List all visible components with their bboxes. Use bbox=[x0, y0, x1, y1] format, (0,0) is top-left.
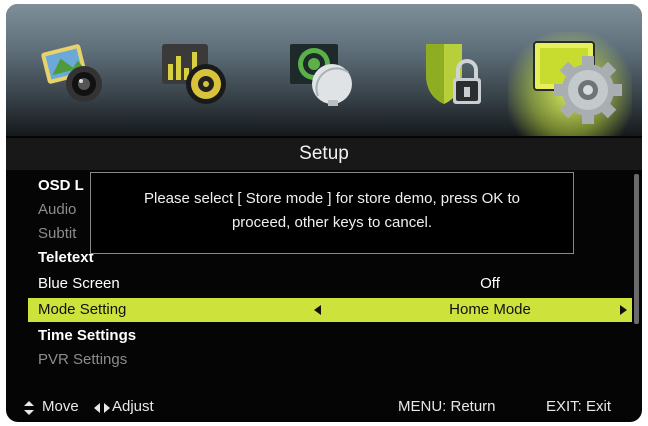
mode-setting-value: Home Mode bbox=[449, 301, 531, 318]
footer-menu-return: MENU: Return bbox=[398, 398, 496, 415]
footer-adjust-label: Adjust bbox=[112, 398, 154, 415]
menu-item-label: Time Settings bbox=[38, 327, 137, 344]
arrow-right-icon[interactable] bbox=[620, 305, 627, 315]
menu-item-label: PVR Settings bbox=[38, 351, 128, 368]
menu-item-label: OSD L bbox=[38, 177, 84, 194]
arrow-left-icon[interactable] bbox=[314, 305, 321, 315]
picture-icon[interactable] bbox=[40, 38, 110, 108]
page-title: Setup bbox=[6, 138, 642, 170]
sound-icon[interactable] bbox=[160, 38, 230, 108]
setup-gear-icon[interactable] bbox=[530, 30, 626, 126]
menu-item-label: Blue Screen bbox=[38, 275, 120, 292]
scrollbar-thumb[interactable] bbox=[634, 174, 639, 324]
up-down-arrows-icon bbox=[24, 401, 34, 415]
footer-hint-bar: Move Adjust MENU: Return EXIT: Exit bbox=[6, 392, 642, 422]
menu-item-label: Subtit bbox=[38, 225, 77, 242]
footer-exit: EXIT: Exit bbox=[546, 398, 612, 415]
lock-icon[interactable] bbox=[418, 38, 488, 108]
blue-screen-value: Off bbox=[480, 275, 500, 292]
dialog-message-line-1: Please select [ Store mode ] for store d… bbox=[143, 190, 520, 207]
tv-screen: Setup OSD L Audio Subtit Teletext Blue S… bbox=[6, 4, 642, 422]
menu-item-pvr-settings[interactable]: PVR Settings bbox=[28, 348, 632, 372]
left-right-arrows-icon bbox=[94, 403, 110, 413]
menu-item-blue-screen[interactable]: Blue Screen Off bbox=[28, 272, 632, 296]
footer-move-label: Move bbox=[42, 398, 79, 415]
dialog-message-line-2: proceed, other keys to cancel. bbox=[231, 214, 433, 231]
channel-icon[interactable] bbox=[288, 38, 358, 108]
menu-item-label: Audio bbox=[38, 201, 77, 218]
menu-item-label: Teletext bbox=[38, 249, 94, 266]
menu-item-mode-setting[interactable]: Mode Setting Home Mode bbox=[28, 298, 632, 322]
menu-icon-bar bbox=[6, 4, 642, 136]
menu-item-label: Mode Setting bbox=[38, 301, 127, 318]
menu-item-time-settings[interactable]: Time Settings bbox=[28, 324, 632, 348]
store-mode-dialog: Please select [ Store mode ] for store d… bbox=[90, 172, 574, 254]
